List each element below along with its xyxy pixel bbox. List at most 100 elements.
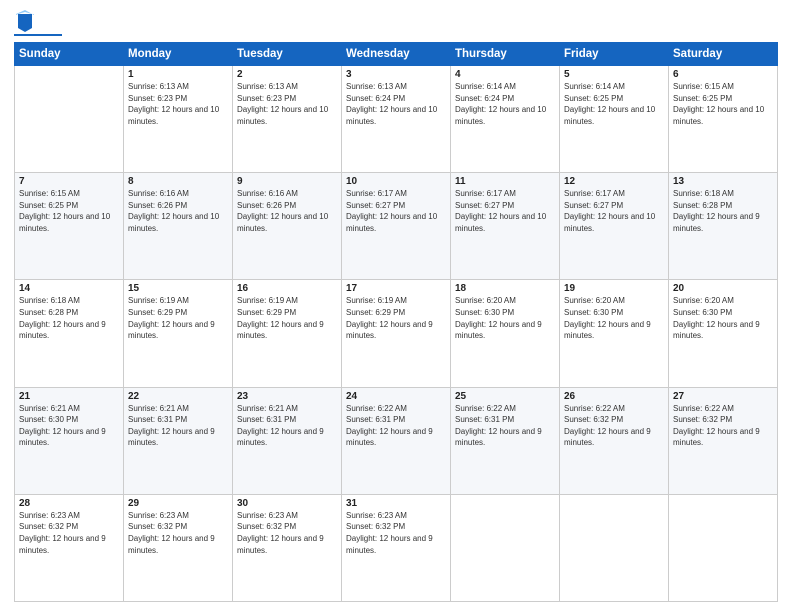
day-info: Sunrise: 6:20 AM Sunset: 6:30 PM Dayligh… <box>673 295 773 341</box>
calendar-cell: 4Sunrise: 6:14 AM Sunset: 6:24 PM Daylig… <box>451 66 560 173</box>
calendar-cell: 7Sunrise: 6:15 AM Sunset: 6:25 PM Daylig… <box>15 173 124 280</box>
weekday-header-sunday: Sunday <box>15 43 124 66</box>
calendar-cell: 26Sunrise: 6:22 AM Sunset: 6:32 PM Dayli… <box>560 387 669 494</box>
day-info: Sunrise: 6:18 AM Sunset: 6:28 PM Dayligh… <box>19 295 119 341</box>
day-number: 30 <box>237 498 337 509</box>
day-info: Sunrise: 6:22 AM Sunset: 6:32 PM Dayligh… <box>564 403 664 449</box>
day-info: Sunrise: 6:16 AM Sunset: 6:26 PM Dayligh… <box>128 188 228 234</box>
calendar-cell <box>669 494 778 601</box>
weekday-header-wednesday: Wednesday <box>342 43 451 66</box>
page: SundayMondayTuesdayWednesdayThursdayFrid… <box>0 0 792 612</box>
calendar-cell: 20Sunrise: 6:20 AM Sunset: 6:30 PM Dayli… <box>669 280 778 387</box>
calendar-cell: 5Sunrise: 6:14 AM Sunset: 6:25 PM Daylig… <box>560 66 669 173</box>
calendar-table: SundayMondayTuesdayWednesdayThursdayFrid… <box>14 42 778 602</box>
calendar-cell: 18Sunrise: 6:20 AM Sunset: 6:30 PM Dayli… <box>451 280 560 387</box>
day-number: 22 <box>128 391 228 402</box>
day-number: 24 <box>346 391 446 402</box>
calendar-cell <box>451 494 560 601</box>
day-number: 4 <box>455 69 555 80</box>
day-info: Sunrise: 6:20 AM Sunset: 6:30 PM Dayligh… <box>564 295 664 341</box>
weekday-header-monday: Monday <box>124 43 233 66</box>
day-info: Sunrise: 6:21 AM Sunset: 6:31 PM Dayligh… <box>128 403 228 449</box>
day-number: 28 <box>19 498 119 509</box>
calendar-cell <box>15 66 124 173</box>
day-info: Sunrise: 6:18 AM Sunset: 6:28 PM Dayligh… <box>673 188 773 234</box>
day-number: 29 <box>128 498 228 509</box>
logo-icon <box>16 10 34 32</box>
calendar-cell: 21Sunrise: 6:21 AM Sunset: 6:30 PM Dayli… <box>15 387 124 494</box>
day-number: 17 <box>346 283 446 294</box>
day-info: Sunrise: 6:13 AM Sunset: 6:23 PM Dayligh… <box>237 81 337 127</box>
day-info: Sunrise: 6:23 AM Sunset: 6:32 PM Dayligh… <box>19 510 119 556</box>
day-number: 11 <box>455 176 555 187</box>
logo-divider <box>14 34 62 36</box>
calendar-cell: 8Sunrise: 6:16 AM Sunset: 6:26 PM Daylig… <box>124 173 233 280</box>
day-info: Sunrise: 6:19 AM Sunset: 6:29 PM Dayligh… <box>346 295 446 341</box>
calendar-cell: 31Sunrise: 6:23 AM Sunset: 6:32 PM Dayli… <box>342 494 451 601</box>
calendar-cell: 15Sunrise: 6:19 AM Sunset: 6:29 PM Dayli… <box>124 280 233 387</box>
calendar-cell: 13Sunrise: 6:18 AM Sunset: 6:28 PM Dayli… <box>669 173 778 280</box>
weekday-header-friday: Friday <box>560 43 669 66</box>
calendar-cell: 14Sunrise: 6:18 AM Sunset: 6:28 PM Dayli… <box>15 280 124 387</box>
calendar-cell: 28Sunrise: 6:23 AM Sunset: 6:32 PM Dayli… <box>15 494 124 601</box>
calendar-cell: 3Sunrise: 6:13 AM Sunset: 6:24 PM Daylig… <box>342 66 451 173</box>
day-number: 2 <box>237 69 337 80</box>
day-info: Sunrise: 6:17 AM Sunset: 6:27 PM Dayligh… <box>455 188 555 234</box>
day-info: Sunrise: 6:19 AM Sunset: 6:29 PM Dayligh… <box>237 295 337 341</box>
weekday-header-saturday: Saturday <box>669 43 778 66</box>
day-number: 27 <box>673 391 773 402</box>
day-number: 7 <box>19 176 119 187</box>
day-number: 16 <box>237 283 337 294</box>
day-info: Sunrise: 6:19 AM Sunset: 6:29 PM Dayligh… <box>128 295 228 341</box>
calendar-cell: 22Sunrise: 6:21 AM Sunset: 6:31 PM Dayli… <box>124 387 233 494</box>
day-number: 8 <box>128 176 228 187</box>
day-info: Sunrise: 6:23 AM Sunset: 6:32 PM Dayligh… <box>237 510 337 556</box>
day-number: 1 <box>128 69 228 80</box>
logo <box>14 10 62 36</box>
day-info: Sunrise: 6:14 AM Sunset: 6:24 PM Dayligh… <box>455 81 555 127</box>
day-number: 15 <box>128 283 228 294</box>
day-number: 20 <box>673 283 773 294</box>
day-info: Sunrise: 6:14 AM Sunset: 6:25 PM Dayligh… <box>564 81 664 127</box>
day-info: Sunrise: 6:20 AM Sunset: 6:30 PM Dayligh… <box>455 295 555 341</box>
day-number: 13 <box>673 176 773 187</box>
calendar-cell: 25Sunrise: 6:22 AM Sunset: 6:31 PM Dayli… <box>451 387 560 494</box>
day-info: Sunrise: 6:15 AM Sunset: 6:25 PM Dayligh… <box>19 188 119 234</box>
day-number: 19 <box>564 283 664 294</box>
day-number: 14 <box>19 283 119 294</box>
day-info: Sunrise: 6:21 AM Sunset: 6:30 PM Dayligh… <box>19 403 119 449</box>
day-info: Sunrise: 6:22 AM Sunset: 6:31 PM Dayligh… <box>346 403 446 449</box>
day-number: 18 <box>455 283 555 294</box>
day-info: Sunrise: 6:13 AM Sunset: 6:23 PM Dayligh… <box>128 81 228 127</box>
day-info: Sunrise: 6:22 AM Sunset: 6:32 PM Dayligh… <box>673 403 773 449</box>
day-number: 21 <box>19 391 119 402</box>
day-number: 12 <box>564 176 664 187</box>
day-number: 3 <box>346 69 446 80</box>
day-number: 26 <box>564 391 664 402</box>
calendar-cell: 6Sunrise: 6:15 AM Sunset: 6:25 PM Daylig… <box>669 66 778 173</box>
header <box>14 10 778 36</box>
day-info: Sunrise: 6:22 AM Sunset: 6:31 PM Dayligh… <box>455 403 555 449</box>
calendar-cell: 12Sunrise: 6:17 AM Sunset: 6:27 PM Dayli… <box>560 173 669 280</box>
day-number: 10 <box>346 176 446 187</box>
day-info: Sunrise: 6:13 AM Sunset: 6:24 PM Dayligh… <box>346 81 446 127</box>
calendar-cell: 19Sunrise: 6:20 AM Sunset: 6:30 PM Dayli… <box>560 280 669 387</box>
day-info: Sunrise: 6:16 AM Sunset: 6:26 PM Dayligh… <box>237 188 337 234</box>
calendar-cell: 17Sunrise: 6:19 AM Sunset: 6:29 PM Dayli… <box>342 280 451 387</box>
calendar-cell: 9Sunrise: 6:16 AM Sunset: 6:26 PM Daylig… <box>233 173 342 280</box>
calendar-cell: 10Sunrise: 6:17 AM Sunset: 6:27 PM Dayli… <box>342 173 451 280</box>
day-number: 9 <box>237 176 337 187</box>
calendar-cell: 16Sunrise: 6:19 AM Sunset: 6:29 PM Dayli… <box>233 280 342 387</box>
calendar-cell: 27Sunrise: 6:22 AM Sunset: 6:32 PM Dayli… <box>669 387 778 494</box>
day-number: 25 <box>455 391 555 402</box>
calendar-cell: 11Sunrise: 6:17 AM Sunset: 6:27 PM Dayli… <box>451 173 560 280</box>
day-info: Sunrise: 6:21 AM Sunset: 6:31 PM Dayligh… <box>237 403 337 449</box>
day-number: 6 <box>673 69 773 80</box>
day-number: 31 <box>346 498 446 509</box>
calendar-cell: 24Sunrise: 6:22 AM Sunset: 6:31 PM Dayli… <box>342 387 451 494</box>
calendar-cell: 2Sunrise: 6:13 AM Sunset: 6:23 PM Daylig… <box>233 66 342 173</box>
day-info: Sunrise: 6:15 AM Sunset: 6:25 PM Dayligh… <box>673 81 773 127</box>
calendar-cell: 30Sunrise: 6:23 AM Sunset: 6:32 PM Dayli… <box>233 494 342 601</box>
day-number: 23 <box>237 391 337 402</box>
calendar-cell: 29Sunrise: 6:23 AM Sunset: 6:32 PM Dayli… <box>124 494 233 601</box>
